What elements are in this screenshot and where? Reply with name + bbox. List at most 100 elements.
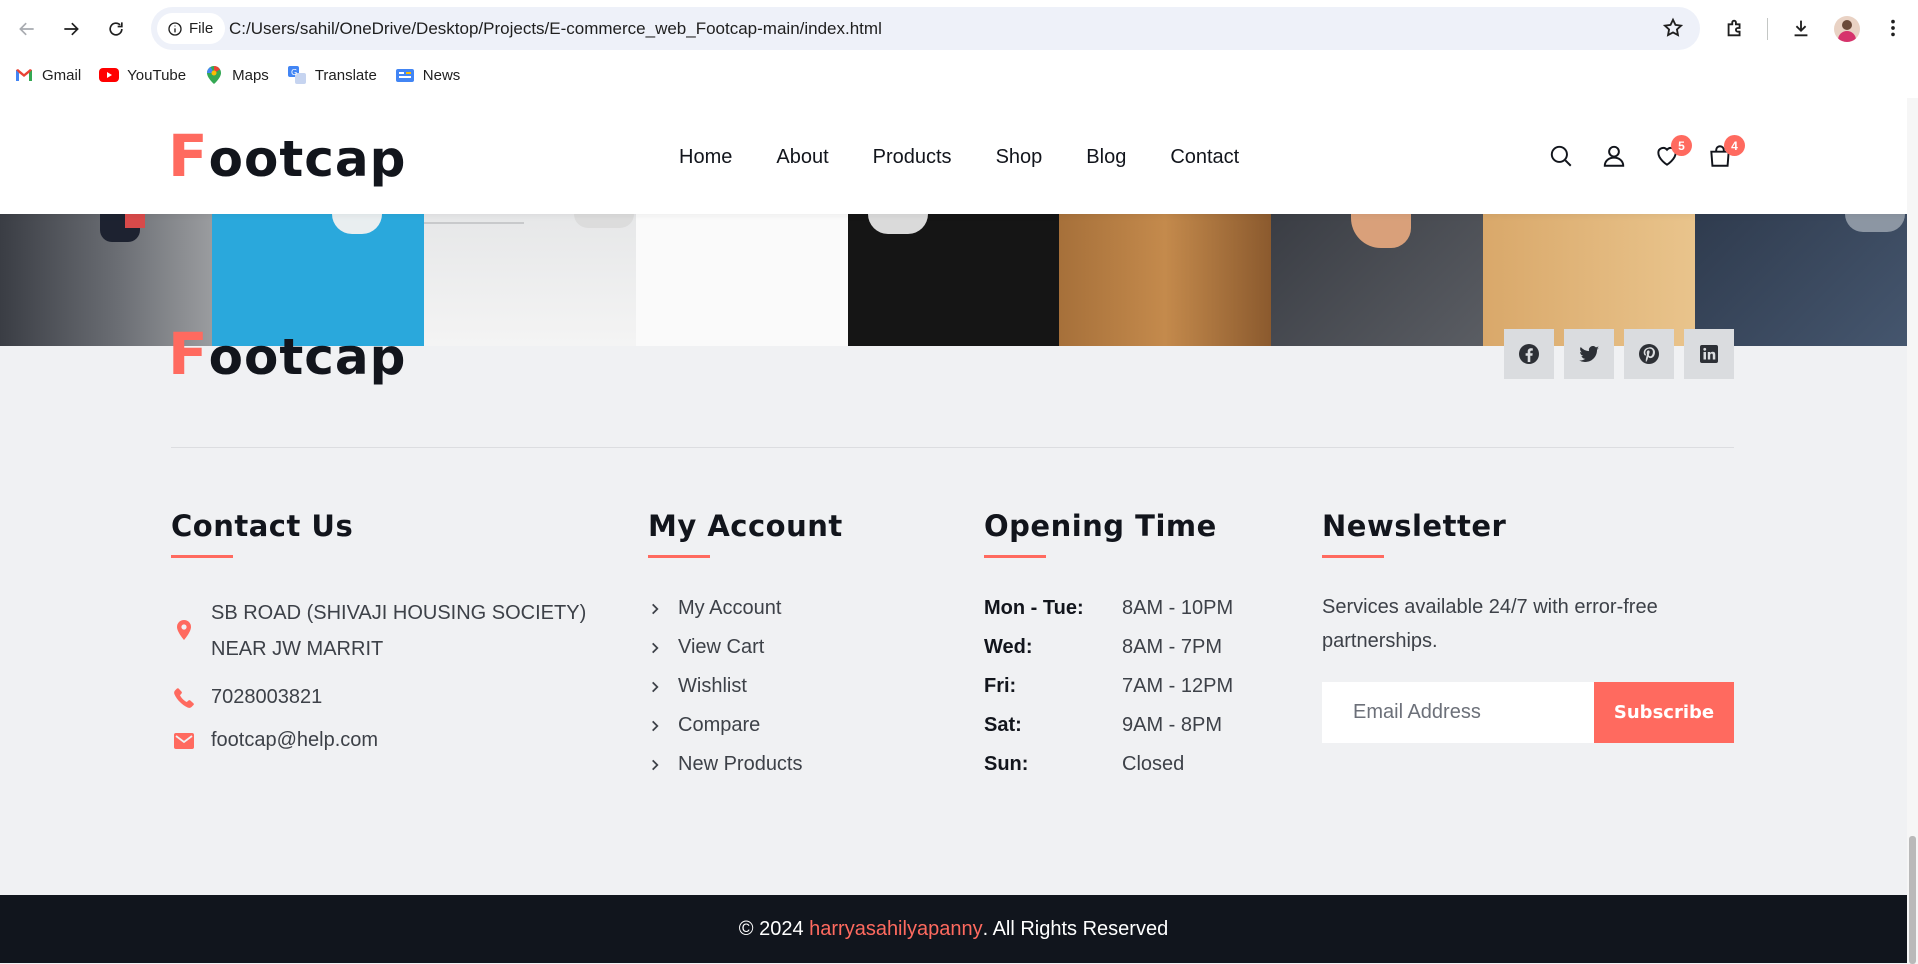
info-icon <box>168 21 182 36</box>
translate-icon: G <box>287 66 307 84</box>
site-info-chip[interactable]: File <box>157 13 226 44</box>
nav-blog[interactable]: Blog <box>1086 146 1126 169</box>
bookmark-news[interactable]: News <box>395 66 461 84</box>
chevron-right-icon <box>652 759 659 770</box>
bookmark-label: YouTube <box>127 66 187 84</box>
main-navigation: Home About Products Shop Blog Contact <box>679 146 1283 169</box>
nav-about[interactable]: About <box>776 146 828 169</box>
gallery-image[interactable] <box>1695 214 1907 346</box>
extensions-button[interactable] <box>1722 15 1748 41</box>
back-button[interactable] <box>12 14 42 44</box>
kebab-menu-icon <box>1891 19 1895 37</box>
email-address: footcap@help.com <box>211 729 379 751</box>
header-actions: 5 4 <box>1548 135 1760 169</box>
header-logo[interactable]: Footcap <box>168 122 406 190</box>
nav-shop[interactable]: Shop <box>996 146 1043 169</box>
contact-us-heading: Contact Us <box>171 509 354 543</box>
gallery-image[interactable] <box>635 214 848 346</box>
bookmark-star-icon[interactable] <box>1662 17 1684 39</box>
pinterest-icon <box>1639 344 1659 364</box>
gallery-image[interactable] <box>1483 214 1696 346</box>
gallery-image[interactable] <box>1271 214 1484 346</box>
download-icon <box>1794 20 1808 37</box>
heading-underline <box>1322 555 1384 558</box>
contact-email[interactable]: footcap@help.com <box>171 722 378 758</box>
nav-contact[interactable]: Contact <box>1170 146 1239 169</box>
gmail-icon <box>14 67 34 83</box>
svg-text:G: G <box>291 68 297 77</box>
social-links <box>1504 329 1744 379</box>
copyright-author-link[interactable]: harryasahilyapanny <box>809 918 982 941</box>
reload-button[interactable] <box>101 14 131 44</box>
phone-number: 7028003821 <box>211 686 323 708</box>
gallery-image[interactable] <box>847 214 1060 346</box>
search-button[interactable] <box>1548 143 1574 169</box>
footer-link-view-cart[interactable]: View Cart <box>648 636 764 659</box>
nav-home[interactable]: Home <box>679 146 732 169</box>
url-text[interactable]: C:/Users/sahil/OneDrive/Desktop/Projects… <box>229 19 882 39</box>
account-button[interactable] <box>1601 143 1627 169</box>
back-arrow-icon <box>19 22 34 36</box>
address-line-1: SB ROAD (SHIVAJI HOUSING SOCIETY) <box>211 602 587 624</box>
hours-row: Sun: Closed <box>984 753 1185 775</box>
facebook-link[interactable] <box>1504 329 1554 379</box>
downloads-button[interactable] <box>1788 15 1814 41</box>
wishlist-count-badge: 5 <box>1671 135 1692 156</box>
hours-row: Mon - Tue: 8AM - 10PM <box>984 597 1234 619</box>
chevron-right-icon <box>652 603 659 614</box>
search-icon <box>1550 145 1572 167</box>
maps-icon <box>204 66 224 84</box>
puzzle-icon <box>1727 19 1741 37</box>
bookmark-maps[interactable]: Maps <box>204 66 269 84</box>
website-viewport: Footcap Home About Products Shop Blog Co… <box>0 98 1907 964</box>
profile-avatar[interactable] <box>1834 16 1860 42</box>
user-icon <box>1603 145 1625 167</box>
footer-link-wishlist[interactable]: Wishlist <box>648 675 747 698</box>
copyright-suffix: . All Rights Reserved <box>982 917 1169 940</box>
linkedin-icon <box>1700 345 1718 363</box>
bookmark-label: Gmail <box>42 66 82 84</box>
browser-chrome: File C:/Users/sahil/OneDrive/Desktop/Pro… <box>0 0 1918 98</box>
footer-link-my-account[interactable]: My Account <box>648 597 781 620</box>
gallery-image[interactable] <box>1059 214 1272 346</box>
phone-icon <box>171 685 197 711</box>
scrollbar-track[interactable] <box>1907 98 1918 964</box>
chevron-right-icon <box>652 720 659 731</box>
wishlist-button[interactable]: 5 <box>1654 135 1692 169</box>
hours-row: Sat: 9AM - 8PM <box>984 714 1223 736</box>
facebook-icon <box>1519 344 1539 364</box>
pinterest-link[interactable] <box>1624 329 1674 379</box>
bookmark-label: News <box>422 66 461 84</box>
browser-menu-button[interactable] <box>1880 15 1906 41</box>
subscribe-button[interactable]: Subscribe <box>1594 682 1734 743</box>
address-line-2: NEAR JW MARRIT <box>211 638 384 660</box>
heading-underline <box>984 555 1046 558</box>
site-header: Footcap Home About Products Shop Blog Co… <box>0 98 1907 214</box>
address-bar[interactable]: File C:/Users/sahil/OneDrive/Desktop/Pro… <box>151 7 1700 50</box>
heading-underline <box>171 555 233 558</box>
gallery-image[interactable] <box>423 214 636 346</box>
bookmark-gmail[interactable]: Gmail <box>14 67 81 84</box>
footer-logo[interactable]: Footcap <box>168 320 406 388</box>
opening-time-heading: Opening Time <box>984 509 1217 543</box>
footer-link-new-products[interactable]: New Products <box>648 753 803 776</box>
nav-products[interactable]: Products <box>873 146 952 169</box>
footer-link-compare[interactable]: Compare <box>648 714 760 737</box>
file-chip-label: File <box>189 20 214 37</box>
copyright-bar: © 2024 harryasahilyapanny. All Rights Re… <box>0 895 1907 963</box>
twitter-icon <box>1579 345 1599 363</box>
newsletter-email-input[interactable] <box>1322 682 1594 743</box>
scrollbar-thumb[interactable] <box>1909 836 1916 964</box>
twitter-link[interactable] <box>1564 329 1614 379</box>
newsletter-description: Services available 24/7 with error-free … <box>1322 596 1658 652</box>
cart-button[interactable]: 4 <box>1707 135 1745 169</box>
linkedin-link[interactable] <box>1684 329 1734 379</box>
copyright-prefix: © 2024 <box>738 917 810 940</box>
reload-icon <box>109 22 123 36</box>
forward-button[interactable] <box>56 14 86 44</box>
contact-phone[interactable]: 7028003821 <box>171 679 322 715</box>
toolbar-separator <box>1767 18 1768 40</box>
my-account-heading: My Account <box>648 509 843 543</box>
bookmark-translate[interactable]: G Translate <box>287 66 377 84</box>
bookmark-youtube[interactable]: YouTube <box>99 67 186 84</box>
